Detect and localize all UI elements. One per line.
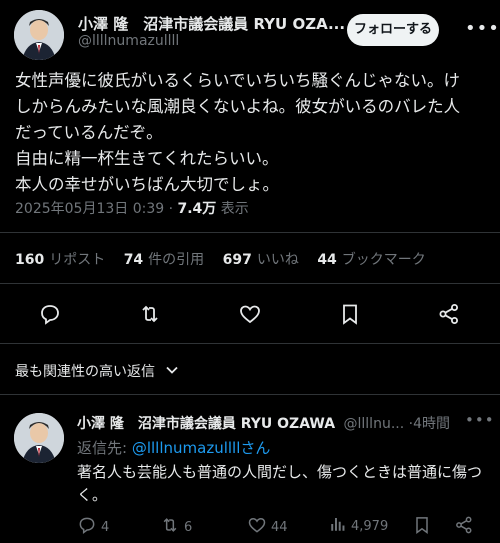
reply-reposts-action[interactable]: 6 <box>160 515 192 539</box>
reposts-count: 160 <box>15 252 45 268</box>
divider <box>0 343 500 344</box>
quotes-count: 74 <box>123 252 144 268</box>
quotes-stat[interactable]: 74 件の引用 <box>124 252 204 268</box>
reply-header: 小澤 隆 沼津市議会議員 RYU OZAWA @llllnu... ·4時間 <box>77 413 450 433</box>
reply-sort-dropdown[interactable]: 最も関連性の高い返信 <box>15 361 179 381</box>
tweet-meta: 2025年05月13日 0:39 · 7.4万 表示 <box>15 198 249 218</box>
reply-views-count: 4,979 <box>351 518 389 534</box>
chevron-down-icon <box>165 363 179 381</box>
reply-reposts-count: 6 <box>184 519 193 535</box>
reply-to-line: 返信先: @llllnumazullllさん <box>77 437 270 458</box>
view-count: 7.4万 <box>177 201 217 217</box>
bookmarks-count: 44 <box>317 252 337 268</box>
like-icon[interactable] <box>238 302 262 326</box>
share-icon[interactable] <box>437 302 461 326</box>
follow-button[interactable]: フォローする <box>347 14 439 46</box>
divider <box>0 394 500 395</box>
likes-count: 697 <box>222 252 252 268</box>
repost-icon <box>160 515 180 539</box>
likes-stat[interactable]: 697 いいね <box>223 252 299 268</box>
like-icon <box>247 515 267 539</box>
reply-icon[interactable] <box>38 302 62 326</box>
author-avatar[interactable] <box>14 10 64 60</box>
divider <box>0 283 500 284</box>
author-handle[interactable]: @llllnumazullll <box>78 33 179 49</box>
reply-share-icon[interactable] <box>454 515 474 539</box>
reply-line: 著名人も芸能人も普通の人間だし、傷つくときは普通に傷つ <box>77 463 483 481</box>
reply-to-prefix: 返信先: <box>77 439 132 457</box>
tweet-line: 自由に精一杯生きてくれたらいい。 <box>15 149 279 168</box>
reply-likes-action[interactable]: 44 <box>247 515 288 539</box>
reply-line: く。 <box>77 486 108 504</box>
more-options-icon[interactable]: ••• <box>465 18 500 39</box>
reply-likes-count: 44 <box>271 519 288 535</box>
views-icon <box>329 515 347 537</box>
reply-more-options-icon[interactable]: ••• <box>465 411 495 429</box>
tweet-line: 女性声優に彼氏がいるくらいでいちいち騒ぐんじゃない。け <box>15 71 461 90</box>
view-label: 表示 <box>216 201 249 217</box>
reply-icon <box>77 515 97 539</box>
more-options-label: ••• <box>465 18 500 39</box>
reply-handle-time[interactable]: @llllnu... ·4時間 <box>344 416 450 432</box>
reply-bookmark-icon[interactable] <box>412 515 432 539</box>
reply-replies-count: 4 <box>101 519 110 535</box>
divider <box>0 232 500 233</box>
reply-sort-label: 最も関連性の高い返信 <box>15 364 155 380</box>
bookmark-icon[interactable] <box>338 302 362 326</box>
author-name[interactable]: 小澤 隆 沼津市議会議員 RYU OZA... <box>78 13 345 34</box>
stats-row: 160 リポスト 74 件の引用 697 いいね 44 ブックマーク <box>15 249 426 269</box>
reply-author-avatar[interactable] <box>14 413 64 463</box>
likes-label: いいね <box>256 252 299 268</box>
reply-replies-action[interactable]: 4 <box>77 515 109 539</box>
reply-author-name[interactable]: 小澤 隆 沼津市議会議員 RYU OZAWA <box>77 416 335 432</box>
reply-views-action[interactable]: 4,979 <box>329 515 388 537</box>
reposts-label: リポスト <box>49 252 106 268</box>
tweet-line: だっているんだぞ。 <box>15 123 163 142</box>
tweet-line: 本人の幸せがいちばん大切でしょ。 <box>15 175 279 194</box>
reply-text: 著名人も芸能人も普通の人間だし、傷つくときは普通に傷つ く。 <box>77 461 492 507</box>
reply-to-handle-link[interactable]: @llllnumazullllさん <box>132 439 271 457</box>
tweet-text: 女性声優に彼氏がいるくらいでいちいち騒ぐんじゃない。け しからんみたいな風潮良く… <box>15 68 490 198</box>
reply-more-options-label: ••• <box>465 411 495 429</box>
tweet-timestamp[interactable]: 2025年05月13日 0:39 · <box>15 201 178 217</box>
quotes-label: 件の引用 <box>148 252 205 268</box>
bookmarks-label: ブックマーク <box>341 252 426 268</box>
reposts-stat[interactable]: 160 リポスト <box>15 252 105 268</box>
tweet-line: しからんみたいな風潮良くないよね。彼女がいるのバレた人 <box>15 97 461 116</box>
repost-icon[interactable] <box>138 302 162 326</box>
bookmarks-stat[interactable]: 44 ブックマーク <box>317 252 425 268</box>
